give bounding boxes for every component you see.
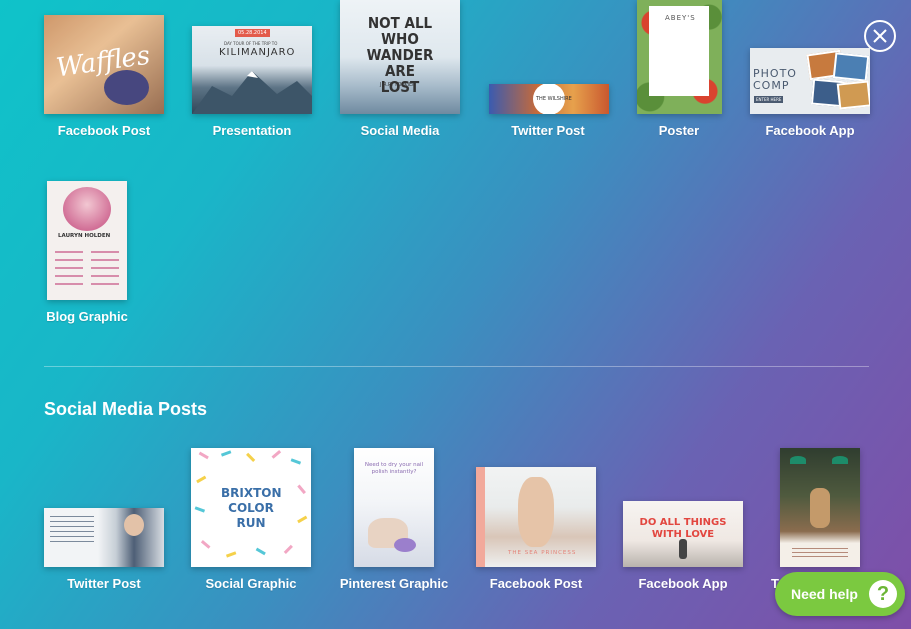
template-thumbnail: Need to dry your nail polish instantly? [354, 448, 434, 567]
template-label: Twitter Post [511, 123, 585, 138]
thumb-badge: 05.28.2014 [235, 29, 270, 37]
template-label: Poster [658, 123, 700, 138]
template-label: Blog Graphic [46, 309, 128, 324]
template-label: Facebook App [638, 576, 728, 591]
thumb-small-text: J.R.R. TOLKIEN [380, 82, 416, 88]
close-icon [873, 29, 887, 43]
thumb-title: THE WILSHIRE [536, 96, 572, 102]
thumb-title: PHOTO COMP [753, 67, 797, 92]
template-thumbnail: ABEY'S [637, 0, 722, 114]
template-label: Social Graphic [205, 576, 297, 591]
thumb-title: LAURYN HOLDEN [58, 233, 111, 239]
template-label: Social Media [360, 123, 440, 138]
need-help-label: Need help [791, 586, 858, 602]
template-thumbnail: LAURYN HOLDEN [47, 181, 127, 300]
thumb-title: ABEY'S [665, 14, 696, 22]
template-label: Facebook Post [489, 576, 583, 591]
template-label: Pinterest Graphic [339, 576, 449, 591]
template-thumbnail [44, 508, 164, 567]
template-thumbnail: DO ALL THINGS WITH LOVE [623, 501, 743, 567]
thumb-small-text: DAY TOUR OF THE TRIP TO [224, 41, 278, 46]
section-title: Social Media Posts [44, 399, 208, 419]
template-label: Twitter Post [67, 576, 141, 591]
template-thumbnail: Waffles [44, 15, 164, 114]
template-label: Facebook App [765, 123, 855, 138]
template-thumbnail: 05.28.2014 DAY TOUR OF THE TRIP TO KILIM… [192, 26, 312, 114]
template-thumbnail: BRIXTON COLOR RUN [191, 448, 311, 567]
section-divider [44, 366, 869, 367]
template-label: Presentation [212, 123, 292, 138]
thumb-title: BRIXTON COLOR RUN [221, 486, 282, 530]
template-thumbnail: THE SEA PRINCESS [476, 467, 596, 567]
thumb-title: DO ALL THINGS WITH LOVE [639, 517, 727, 540]
thumb-title: Need to dry your nail polish instantly? [364, 462, 424, 475]
template-label: Facebook Post [57, 123, 151, 138]
template-thumbnail [780, 448, 860, 567]
need-help-button[interactable]: Need help ? [775, 572, 905, 616]
thumb-title: THE SEA PRINCESS [508, 550, 577, 556]
template-thumbnail: THE WILSHIRE [489, 84, 609, 114]
template-thumbnail: PHOTO COMP ENTER HERE [750, 48, 870, 114]
thumb-small-text: ENTER HERE [754, 96, 784, 103]
thumb-title: KILIMANJARO [219, 47, 296, 58]
question-icon: ? [869, 580, 897, 608]
template-thumbnail: NOT ALL WHO WANDER ARE LOST J.R.R. TOLKI… [340, 0, 460, 114]
